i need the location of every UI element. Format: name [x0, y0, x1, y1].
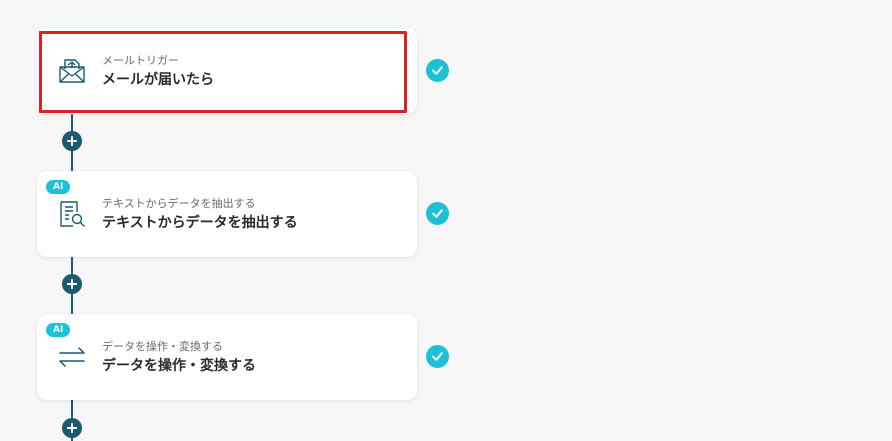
- step-title: メールが届いたら: [102, 72, 214, 88]
- completed-check-icon: [426, 202, 449, 225]
- step-card-extract-data[interactable]: AI テキストからデータを抽出する テキストからデータを抽出する: [37, 171, 417, 257]
- add-step-button[interactable]: [62, 274, 82, 294]
- add-step-button[interactable]: [62, 131, 82, 151]
- step-card-mail-trigger[interactable]: メールトリガー メールが届いたら: [37, 28, 417, 114]
- mail-icon: [57, 56, 87, 86]
- step-title: テキストからデータを抽出する: [102, 215, 298, 231]
- add-step-button[interactable]: [62, 418, 82, 438]
- document-search-icon: [57, 199, 87, 229]
- ai-badge: AI: [46, 180, 71, 194]
- step-card-transform-data[interactable]: AI データを操作・変換する データを操作・変換する: [37, 314, 417, 400]
- step-type-label: メールトリガー: [102, 54, 179, 67]
- plus-icon: [67, 136, 77, 146]
- plus-icon: [67, 423, 77, 433]
- plus-icon: [67, 279, 77, 289]
- transform-arrows-icon: [57, 342, 87, 372]
- step-type-label: テキストからデータを抽出する: [102, 197, 256, 210]
- ai-badge: AI: [46, 323, 71, 337]
- completed-check-icon: [426, 345, 449, 368]
- step-title: データを操作・変換する: [102, 358, 256, 374]
- step-type-label: データを操作・変換する: [102, 340, 223, 353]
- completed-check-icon: [426, 59, 449, 82]
